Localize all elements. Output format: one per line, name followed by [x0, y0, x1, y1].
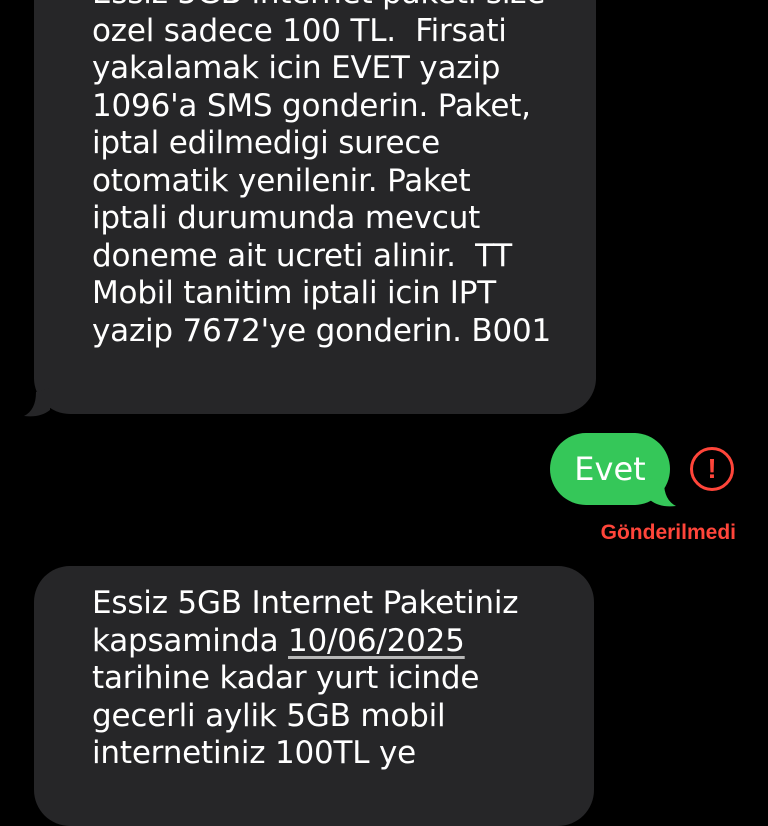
message-line: ozel sadece 100 TL. Firsati [92, 12, 507, 49]
received-message-bubble[interactable]: Essiz 5GB internet paketi size ozel sade… [34, 0, 596, 414]
date-link[interactable]: 10/06/2025 [288, 623, 465, 659]
message-line: gecerli aylik 5GB mobil [92, 697, 446, 734]
message-line: iptali durumunda mevcut [92, 200, 481, 236]
received-message-bubble[interactable]: Essiz 5GB Internet Paketiniz kapsaminda … [34, 566, 594, 826]
message-line: iptal edilmedigi surece [92, 125, 441, 161]
received-bubble-tail [24, 388, 50, 417]
message-text: kapsaminda [92, 622, 289, 659]
message-line: kapsaminda 10/06/2025 [92, 623, 594, 661]
sent-bubble-tail [650, 478, 676, 507]
message-line: otomatik yenilenir. Paket [92, 162, 471, 199]
message-line: Mobil tanitim iptali icin IPT [92, 275, 496, 311]
message-line: Essiz 5GB Internet Paketiniz [92, 585, 519, 621]
message-line: 1096'a SMS gonderin. Paket, [92, 87, 531, 124]
message-line: tarihine kadar yurt icinde [92, 660, 480, 696]
send-failed-status: Gönderilmedi [600, 521, 736, 544]
message-line: yazip 7672'ye gonderin. B001 [92, 312, 552, 349]
message-line: doneme ait ucreti alinir. TT [92, 237, 513, 274]
message-line: internetiniz 100TL ye [92, 735, 417, 771]
sent-message-text: Evet [574, 450, 646, 488]
message-line: Essiz 5GB internet paketi size [92, 0, 596, 13]
exclamation-circle-icon[interactable]: ! [690, 447, 734, 491]
message-line: yakalamak icin EVET yazip [92, 50, 501, 86]
